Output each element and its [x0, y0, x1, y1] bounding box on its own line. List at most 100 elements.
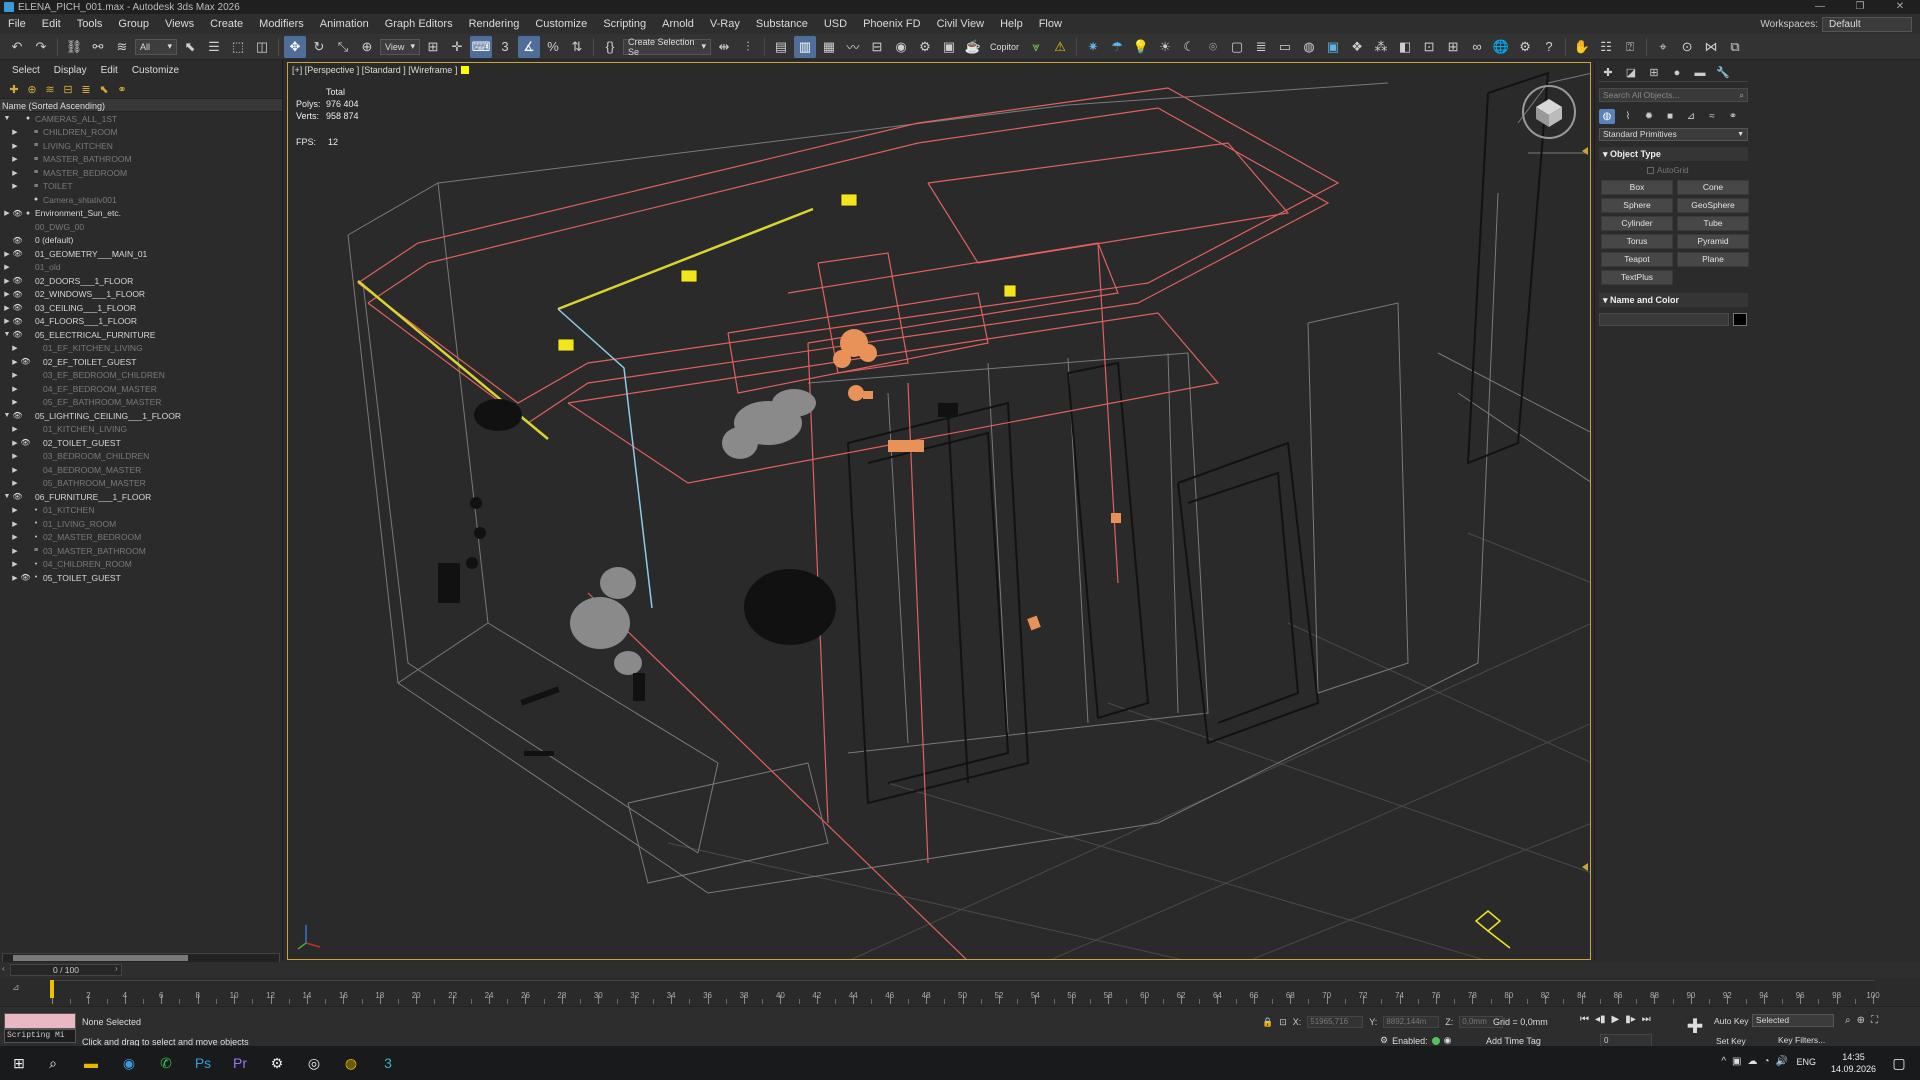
plugin-list-icon[interactable]: ☷ [1595, 36, 1617, 58]
menu-views[interactable]: Views [157, 18, 202, 30]
layer-filter-icon[interactable]: ⚭ [116, 83, 128, 96]
menu-vray[interactable]: V-Ray [702, 18, 748, 30]
viewport-label[interactable]: [+] [Perspective ] [Standard ] [Wirefram… [292, 65, 470, 75]
minimize-button[interactable]: — [1800, 0, 1840, 14]
autogrid-checkbox[interactable] [1647, 167, 1654, 174]
layer-row[interactable]: ▼ 👁 05_ELECTRICAL_FURNITURE [0, 328, 282, 342]
render-setup-icon[interactable]: ⚙ [914, 36, 936, 58]
vray-proxy-icon[interactable]: ▢ [1226, 36, 1248, 58]
x-coordinate-field[interactable]: 51965,716 [1307, 1016, 1364, 1028]
menu-create[interactable]: Create [202, 18, 251, 30]
menu-customize[interactable]: Customize [527, 18, 595, 30]
layer-row[interactable]: ▶ 👁 03_CEILING___1_FLOOR [0, 301, 282, 315]
layer-row[interactable]: ▶ • 02_MASTER_BEDROOM [0, 531, 282, 545]
vray-chevron-icon[interactable]: ⩔ [1025, 36, 1047, 58]
layer-row[interactable]: ▶ ≡ MASTER_BEDROOM [0, 166, 282, 180]
visibility-eye-icon[interactable]: 👁 [12, 303, 23, 312]
teapot-button[interactable]: Teapot [1601, 252, 1673, 267]
track-bar-ruler[interactable]: 0246810121416182022242628303234363840424… [50, 980, 1880, 1004]
menu-arnold[interactable]: Arnold [654, 18, 702, 30]
tray-app-icon[interactable]: ▣ [1732, 1056, 1741, 1067]
window-crossing-icon[interactable]: ◫ [251, 36, 273, 58]
layer-row[interactable]: ▼ ● CAMERAS_ALL_1ST [0, 112, 282, 126]
tray-volume-icon[interactable]: 🔊 [1776, 1056, 1788, 1067]
object-type-rollout[interactable]: ▾ Object Type [1599, 147, 1748, 161]
time-slider[interactable]: ‹ 0 / 100 › [0, 962, 1920, 978]
vray-dome-icon[interactable]: ☂ [1106, 36, 1128, 58]
geometry-icon[interactable]: ◍ [1599, 108, 1615, 124]
menu-rendering[interactable]: Rendering [461, 18, 528, 30]
cone-button[interactable]: Cone [1677, 180, 1749, 195]
input-language[interactable]: ENG [1796, 1057, 1816, 1067]
warning-icon[interactable]: ⚠ [1049, 36, 1071, 58]
redo-icon[interactable]: ↷ [30, 36, 52, 58]
modify-tab-icon[interactable]: ◪ [1622, 66, 1640, 79]
layer-row[interactable]: ▶ 04_BEDROOM_MASTER [0, 463, 282, 477]
expand-toggle-icon[interactable]: ▶ [10, 560, 20, 568]
viewport-label-text[interactable]: [+] [Perspective ] [Standard ] [Wirefram… [292, 65, 457, 75]
zoom-icon[interactable]: ⌕ [1845, 1015, 1851, 1026]
track-bar-menu-icon[interactable]: ⊿ [12, 982, 20, 993]
cameras-icon[interactable]: ■ [1662, 109, 1678, 124]
vray-infinite-plane-icon[interactable]: ∞ [1466, 36, 1488, 58]
expand-toggle-icon[interactable]: ▶ [10, 479, 20, 487]
autogrid-toggle[interactable]: AutoGrid [1647, 166, 1748, 175]
box-button[interactable]: Box [1601, 180, 1673, 195]
space-warps-icon[interactable]: ≈ [1704, 109, 1720, 124]
menu-modifiers[interactable]: Modifiers [251, 18, 312, 30]
visibility-eye-icon[interactable]: 👁 [12, 290, 23, 299]
expand-toggle-icon[interactable]: ▶ [10, 128, 20, 136]
textplus-button[interactable]: TextPlus [1601, 270, 1673, 285]
photoshop-icon[interactable]: Ps [192, 1052, 214, 1074]
explorer-menu-customize[interactable]: Customize [126, 65, 185, 76]
menu-graph-editors[interactable]: Graph Editors [377, 18, 461, 30]
layer-hierarchy-icon[interactable]: ⊟ [62, 83, 74, 96]
system-clock[interactable]: 14:35 14.09.2026 [1831, 1051, 1876, 1075]
next-frame-icon[interactable]: ▮▸ [1625, 1014, 1636, 1025]
sphere-button[interactable]: Sphere [1601, 198, 1673, 213]
selection-filter-dropdown[interactable]: All ▾ [135, 38, 177, 55]
expand-toggle-icon[interactable]: ▼ [2, 331, 12, 338]
zoom-all-icon[interactable]: ⊕ [1857, 1015, 1865, 1026]
object-name-field[interactable] [1599, 313, 1729, 326]
layer-row[interactable]: ▼ 👁 06_FURNITURE___1_FLOOR [0, 490, 282, 504]
vray-globe-icon[interactable]: 🌐 [1490, 36, 1512, 58]
visibility-eye-icon[interactable]: 👁 [20, 573, 31, 582]
object-color-swatch[interactable] [1733, 313, 1747, 326]
layer-row[interactable]: ▶ 03_EF_BEDROOM_CHILDREN [0, 369, 282, 383]
layer-row[interactable]: ▶ 👁 ● Environment_Sun_etc. [0, 207, 282, 221]
select-and-place-icon[interactable]: ⊕ [356, 36, 378, 58]
tube-button[interactable]: Tube [1677, 216, 1749, 231]
select-in-layer-icon[interactable]: ⬉ [98, 83, 110, 96]
key-filters-button[interactable]: Key Filters... [1778, 1035, 1825, 1045]
utilities-tab-icon[interactable]: 🔧 [1714, 66, 1732, 79]
expand-toggle-icon[interactable]: ▼ [2, 412, 12, 419]
align-icon[interactable]: ⫶ [737, 36, 759, 58]
select-and-scale-icon[interactable]: ⤡ [332, 36, 354, 58]
expand-toggle-icon[interactable]: ▶ [10, 574, 20, 582]
material-editor-icon[interactable]: ◉ [890, 36, 912, 58]
layer-row[interactable]: ▶ 👁 04_FLOORS___1_FLOOR [0, 315, 282, 329]
layer-row[interactable]: ▶ 01_KITCHEN_LIVING [0, 423, 282, 437]
layer-row[interactable]: ▶ 👁 01_GEOMETRY___MAIN_01 [0, 247, 282, 261]
restore-button[interactable]: ❐ [1840, 0, 1880, 14]
add-to-layer-icon[interactable]: ⊕ [26, 83, 38, 96]
time-slider-thumb[interactable]: 0 / 100 [10, 964, 122, 976]
track-bar[interactable]: ⊿ 02468101214161820222426283032343638404… [0, 978, 1920, 1006]
select-object-icon[interactable]: ⬉ [179, 36, 201, 58]
layer-row[interactable]: ▶ • 04_CHILDREN_ROOM [0, 558, 282, 572]
reference-coordinate-dropdown[interactable]: View ▾ [380, 38, 420, 55]
rectangular-selection-icon[interactable]: ⬚ [227, 36, 249, 58]
layer-row[interactable]: ▶ 👁 02_TOILET_GUEST [0, 436, 282, 450]
explorer-column-header[interactable]: Name (Sorted Ascending) [0, 98, 282, 112]
visibility-eye-icon[interactable]: 👁 [12, 492, 23, 501]
menu-group[interactable]: Group [110, 18, 157, 30]
maxscript-listener[interactable]: Scripting Mi [4, 1013, 76, 1043]
chrome-icon[interactable]: ◍ [340, 1052, 362, 1074]
plugin-help-icon[interactable]: ⍰ [1619, 36, 1641, 58]
layer-row[interactable]: ▶ 👁 02_DOORS___1_FLOOR [0, 274, 282, 288]
layer-row[interactable]: ▶ ≡ TOILET [0, 180, 282, 194]
layer-row[interactable]: ▶ • 01_LIVING_ROOM [0, 517, 282, 531]
shapes-icon[interactable]: ⌇ [1620, 109, 1636, 124]
keyboard-shortcut-override-icon[interactable]: ⌨ [470, 35, 492, 58]
